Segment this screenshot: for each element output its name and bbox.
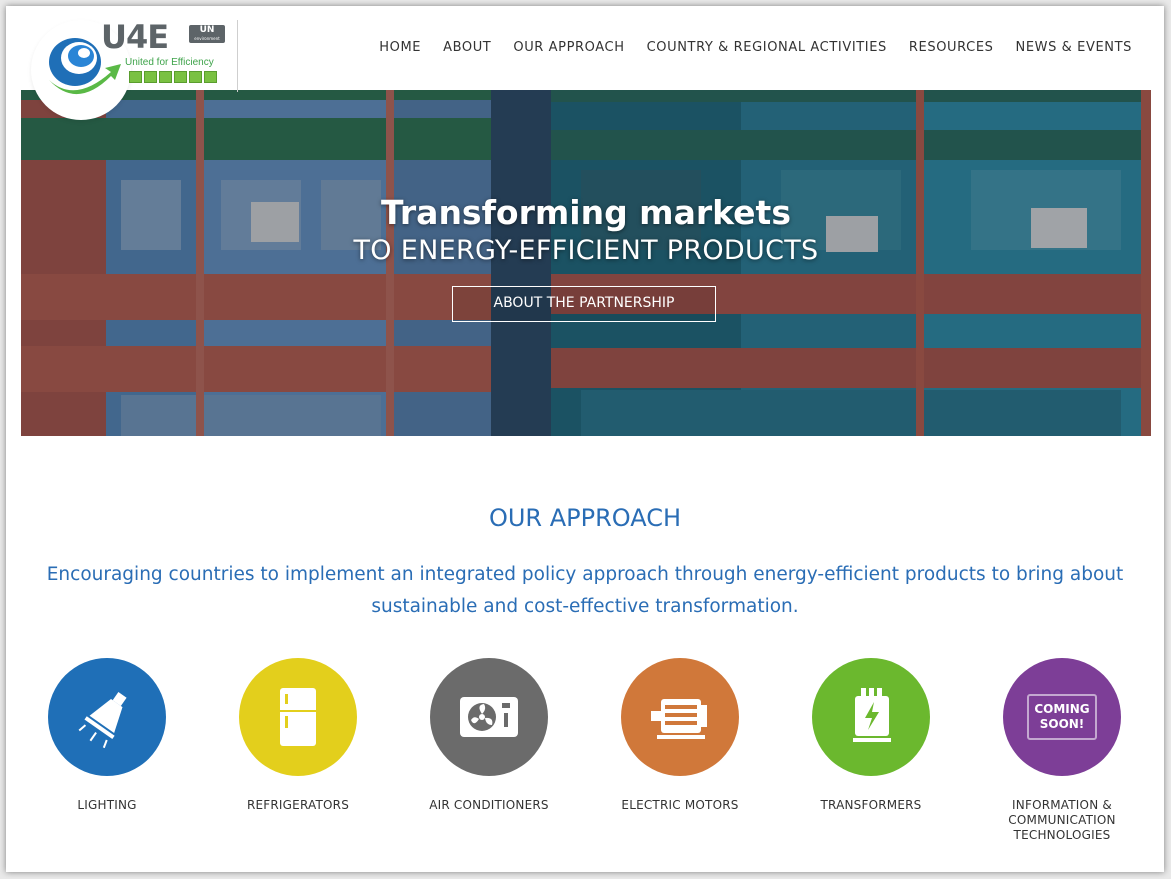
electric-motors-circle[interactable] [621, 658, 739, 776]
air-conditioners-circle[interactable] [430, 658, 548, 776]
product-lighting[interactable]: LIGHTING [32, 658, 182, 813]
logo-wordmark[interactable]: U4E UN environment United for Efficiency [101, 18, 238, 92]
product-label: TRANSFORMERS [820, 798, 922, 812]
mini-fridge-icon [144, 71, 157, 83]
site-header: U4E UN environment United for Efficiency… [6, 6, 1164, 120]
lamp-icon [78, 692, 127, 749]
main-nav: HOME ABOUT OUR APPROACH COUNTRY & REGION… [379, 40, 1132, 55]
product-air-conditioners[interactable]: AIR CONDITIONERS [414, 658, 564, 813]
lighting-circle[interactable] [48, 658, 166, 776]
nav-resources[interactable]: RESOURCES [909, 40, 994, 55]
transformer-icon [853, 688, 891, 742]
nav-our-approach[interactable]: OUR APPROACH [513, 40, 624, 55]
product-ict[interactable]: COMING SOON! INFORMATION & COMMUNICATION… [987, 658, 1137, 843]
approach-description: Encouraging countries to implement an in… [46, 564, 1124, 617]
mini-laptop-icon [204, 71, 217, 83]
hero-subtitle: TO ENERGY-EFFICIENT PRODUCTS [353, 235, 819, 266]
mini-motor-icon [174, 71, 187, 83]
nav-country-regional-activities[interactable]: COUNTRY & REGIONAL ACTIVITIES [647, 40, 887, 55]
about-partnership-button[interactable]: ABOUT THE PARTNERSHIP [452, 286, 716, 322]
approach-title: OUR APPROACH [488, 504, 682, 532]
un-badge-sub: environment [194, 36, 220, 41]
page-frame: U4E UN environment United for Efficiency… [6, 6, 1164, 872]
product-label: REFRIGERATORS [246, 798, 350, 812]
un-badge-label: UN [199, 25, 215, 35]
refrigerators-circle[interactable] [239, 658, 357, 776]
mini-lamp-icon [129, 71, 142, 83]
mini-transformer-icon [189, 71, 202, 83]
air-conditioner-icon [460, 697, 518, 737]
product-refrigerators[interactable]: REFRIGERATORS [223, 658, 373, 813]
motor-icon [651, 699, 707, 739]
ict-circle[interactable]: COMING SOON! [1003, 658, 1121, 776]
product-label: ELECTRIC MOTORS [621, 798, 739, 812]
product-label: INFORMATION & COMMUNICATION TECHNOLOGIES [1008, 798, 1116, 842]
nav-home[interactable]: HOME [379, 40, 421, 55]
brand-name: U4E [101, 18, 169, 56]
nav-news-events[interactable]: NEWS & EVENTS [1016, 40, 1133, 55]
logo-product-icons [129, 71, 217, 83]
hero-title: Transforming markets [381, 193, 791, 232]
hero-banner: Transforming markets TO ENERGY-EFFICIENT… [21, 90, 1151, 436]
un-badge: UN environment [189, 25, 225, 43]
product-transformers[interactable]: TRANSFORMERS [796, 658, 946, 813]
transformers-circle[interactable] [812, 658, 930, 776]
coming-soon-badge: COMING SOON! [1027, 694, 1097, 740]
product-label: LIGHTING [77, 798, 137, 812]
mini-ac-icon [159, 71, 172, 83]
nav-about[interactable]: ABOUT [443, 40, 491, 55]
product-electric-motors[interactable]: ELECTRIC MOTORS [605, 658, 755, 813]
brand-tagline: United for Efficiency [125, 57, 214, 68]
product-label: AIR CONDITIONERS [429, 798, 549, 812]
refrigerator-icon [280, 688, 316, 746]
product-categories: LIGHTING REFRIGERATORS AIR CONDITIONERS … [6, 658, 1164, 858]
